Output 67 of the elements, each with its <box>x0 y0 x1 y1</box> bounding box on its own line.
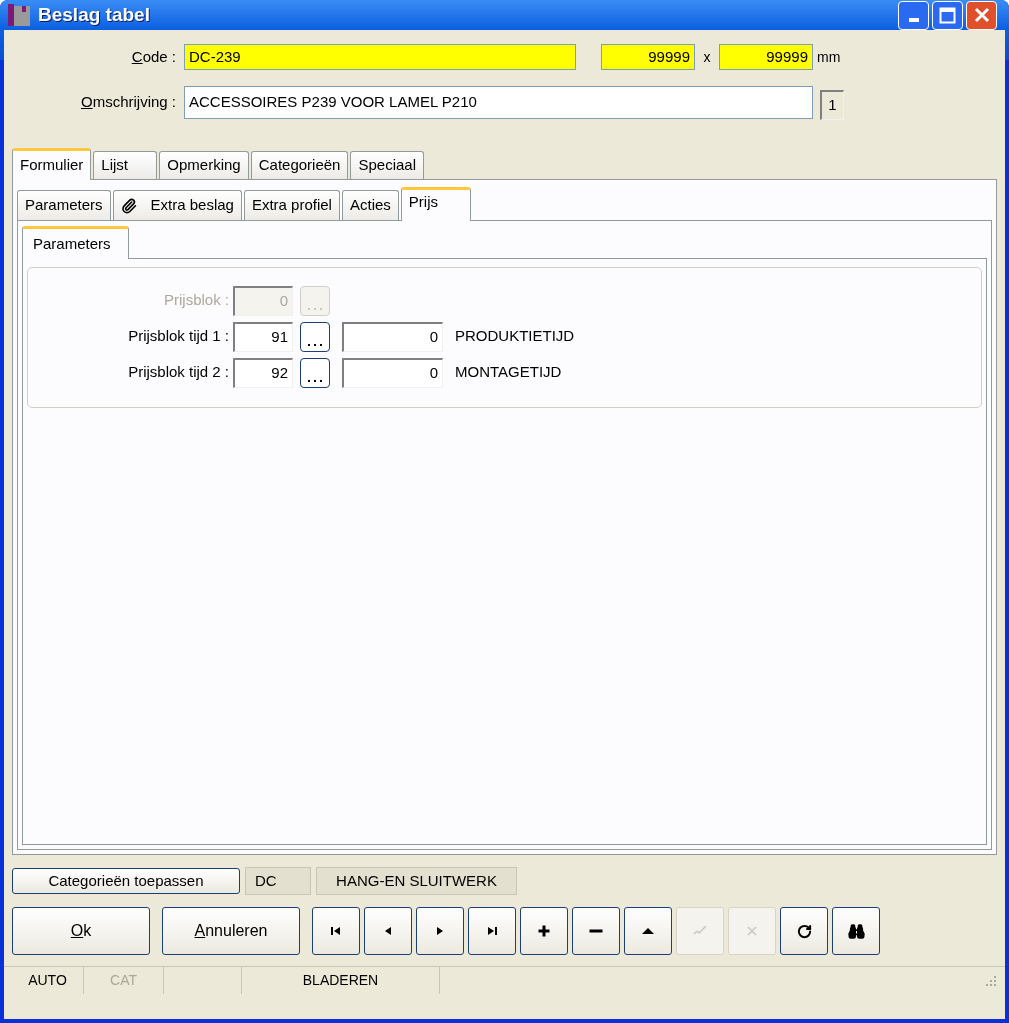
sub-tab[interactable]: Extra profiel <box>243 190 340 220</box>
parameter-label: Prijsblok tijd 1 : <box>127 326 230 347</box>
cancel-icon <box>745 924 759 938</box>
main-tab[interactable]: Speciaal <box>350 151 424 179</box>
navigation-button[interactable] <box>832 907 880 955</box>
navigation-button[interactable] <box>468 907 516 955</box>
paperclip-icon <box>120 197 137 214</box>
parameter-label: Prijsblok : <box>162 290 230 311</box>
navigation-button[interactable] <box>520 907 568 955</box>
apply-categories-button[interactable]: Categorieën toepassen <box>12 868 240 894</box>
category-name: HANG-EN SLUITWERK <box>316 867 517 895</box>
price-block-field[interactable]: 91 <box>233 321 293 352</box>
binoculars-icon <box>847 922 865 940</box>
sub-tab[interactable]: Prijs <box>400 187 471 221</box>
last-record-icon <box>485 924 499 938</box>
ellipsis-icon <box>308 307 322 311</box>
times-label: x <box>702 47 712 67</box>
status-cell: BLADEREN <box>242 967 440 994</box>
navigation-button[interactable] <box>624 907 672 955</box>
main-tab[interactable]: Opmerking <box>159 151 249 179</box>
maximize-icon <box>939 6 956 24</box>
dialog-button[interactable]: Ok <box>12 907 150 955</box>
maximize-button[interactable] <box>932 0 963 30</box>
description-field[interactable]: ACCESSOIRES P239 VOOR LAMEL P210 <box>184 85 813 119</box>
price-block-field[interactable]: 92 <box>233 357 293 388</box>
first-record-icon <box>329 924 343 938</box>
navigation-button[interactable] <box>416 907 464 955</box>
navigation-button[interactable] <box>780 907 828 955</box>
main-tab[interactable]: Lijst <box>93 151 158 179</box>
close-icon <box>973 7 990 23</box>
browse-button[interactable] <box>300 357 330 388</box>
parameter-label: Prijsblok tijd 2 : <box>127 362 230 383</box>
time-caption: MONTAGETIJD <box>455 362 562 383</box>
time-field[interactable]: 0 <box>342 357 443 388</box>
refresh-icon <box>796 923 812 939</box>
minimize-icon <box>908 17 919 22</box>
sub-tab[interactable]: Parameters <box>17 190 111 220</box>
description-label: Omschrijving : <box>79 91 177 112</box>
inner-tab[interactable]: Parameters <box>22 226 129 259</box>
status-cell: CAT <box>84 967 164 994</box>
height-field[interactable]: 99999 <box>719 44 813 70</box>
ellipsis-icon <box>308 343 322 347</box>
time-field[interactable]: 0 <box>342 321 443 352</box>
status-cell: AUTO <box>12 967 84 994</box>
browse-button[interactable] <box>300 321 330 352</box>
window-title: Beslag tabel <box>38 2 150 27</box>
code-field[interactable]: DC-239 <box>184 44 576 70</box>
sub-tab[interactable]: Extra beslag <box>112 190 242 220</box>
main-tab[interactable]: Formulier <box>12 148 92 180</box>
ellipsis-icon <box>308 379 322 383</box>
resize-grip-icon <box>985 974 997 987</box>
code-label: Code : <box>130 46 177 67</box>
navigation-button[interactable] <box>364 907 412 955</box>
width-field[interactable]: 99999 <box>601 44 695 70</box>
navigation-button[interactable] <box>572 907 620 955</box>
minimize-button[interactable] <box>898 0 929 30</box>
plus-icon <box>537 924 551 938</box>
time-caption: PRODUKTIETIJD <box>455 326 575 347</box>
main-tab[interactable]: Categorieën <box>250 151 349 179</box>
sub-tab[interactable]: Acties <box>341 190 399 220</box>
app-icon <box>8 4 30 26</box>
close-button[interactable] <box>966 0 997 30</box>
navigation-button[interactable] <box>312 907 360 955</box>
category-code: DC <box>245 867 311 895</box>
unit-label: mm <box>817 47 841 67</box>
dialog-button[interactable]: Annuleren <box>162 907 300 955</box>
counter-box: 1 <box>820 90 844 120</box>
